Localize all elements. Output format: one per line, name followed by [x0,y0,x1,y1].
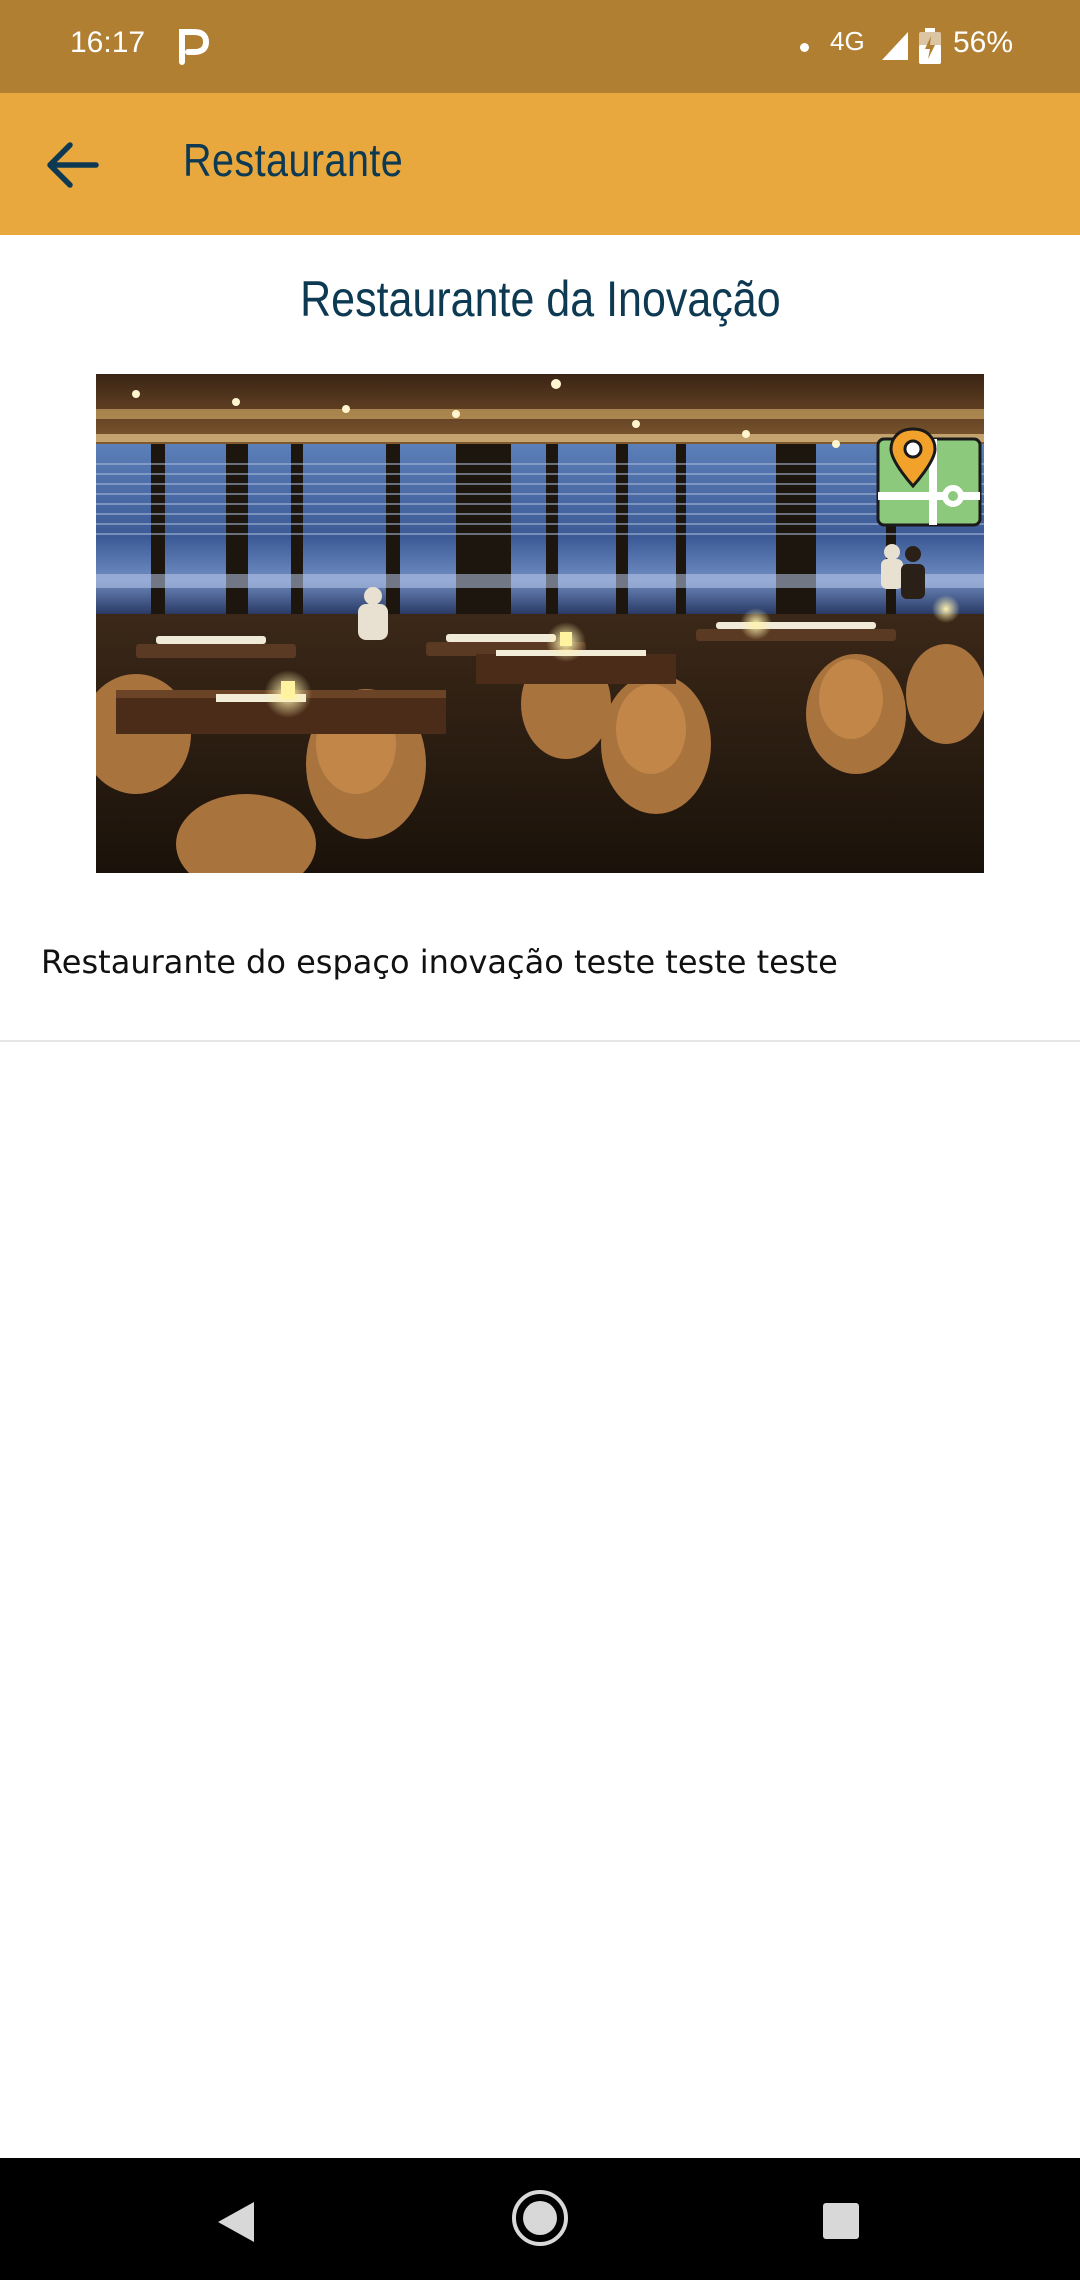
status-bar: 16:17 4G 56% [0,0,1080,93]
status-time: 16:17 [70,26,146,59]
restaurant-description: Restaurante do espaço inovação teste tes… [41,943,838,981]
signal-icon [882,32,908,60]
back-button[interactable] [30,123,114,207]
map-button[interactable] [875,426,983,530]
system-nav-bar [0,2158,1080,2280]
triangle-back-icon[interactable] [216,2200,256,2244]
arrow-left-icon [47,142,99,188]
app-bar: Restaurante [0,93,1080,235]
battery-percent: 56% [953,26,1014,59]
network-type: 4G [830,26,865,56]
battery-icon [919,28,941,64]
notification-dot-icon [800,43,809,52]
parking-app-icon [179,29,210,65]
divider [0,1040,1080,1042]
page-title: Restaurante da Inovação [0,270,1080,328]
page-title-text: Restaurante da Inovação [299,271,781,327]
app-bar-title: Restaurante [183,134,404,186]
restaurant-photo [96,374,984,873]
map-pin-icon [876,427,982,527]
circle-home-icon[interactable] [510,2188,570,2248]
square-recents-icon[interactable] [822,2202,860,2240]
